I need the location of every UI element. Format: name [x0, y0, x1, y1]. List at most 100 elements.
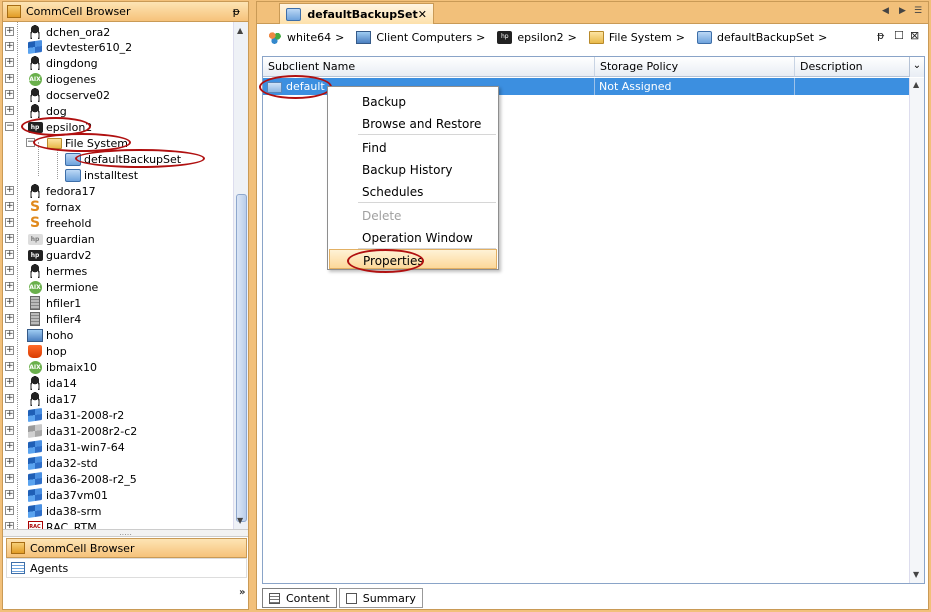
tree-node-dingdong[interactable]: + dingdong [5, 55, 98, 71]
summary-icon [345, 592, 357, 604]
nav-commcell-browser[interactable]: CommCell Browser [6, 538, 247, 558]
table-vertical-scrollbar[interactable]: ▲ ▼ [909, 78, 924, 583]
close-panel-icon[interactable]: ⊠ [910, 29, 919, 42]
column-header-subclient-name[interactable]: Subclient Name [263, 57, 595, 77]
tree-node-hermione[interactable]: + AIX hermione [5, 279, 98, 295]
breadcrumb-epsilon2[interactable]: hp epsilon2 > [497, 30, 583, 44]
linux-icon [27, 264, 43, 278]
restore-icon[interactable]: ☐ [894, 29, 904, 42]
close-tab-icon[interactable]: ✕ [418, 8, 427, 21]
tree-node-hermes[interactable]: + hermes [5, 263, 87, 279]
tree-node-fornax[interactable]: + Sfornax [5, 199, 81, 215]
tree-node-ibmaix10[interactable]: + AIX ibmaix10 [5, 359, 97, 375]
tab-list-icon[interactable]: ☰ [914, 6, 922, 16]
tree-node-defaultbackupset[interactable]: defaultBackupSet [65, 151, 181, 167]
tree-node-ida32-std[interactable]: + ida32-std [5, 455, 98, 471]
tab-defaultbackupset[interactable]: defaultBackupSet ✕ [279, 3, 434, 25]
tree-node-freehold[interactable]: + Sfreehold [5, 215, 91, 231]
scroll-up-arrow-icon[interactable]: ▲ [237, 26, 243, 35]
menu-item-backup-history[interactable]: Backup History [329, 159, 497, 179]
menu-item-schedules[interactable]: Schedules [329, 181, 497, 201]
commcell-browser-panel: CommCell Browser ᵽ + dchen_ora2 + devteste… [2, 1, 249, 610]
scroll-thumb[interactable] [236, 194, 247, 522]
subclient-icon [267, 81, 282, 93]
tree-node-ida31-2008-r2[interactable]: + ida31-2008-r2 [5, 407, 124, 423]
tree-node-guardv2[interactable]: + hp guardv2 [5, 247, 92, 263]
scroll-down-arrow-icon[interactable]: ▼ [913, 570, 919, 579]
linux-icon [27, 88, 43, 102]
folder-icon [588, 30, 604, 44]
cluster-icon: RAC [27, 520, 43, 529]
tree-node-rac-rtm[interactable]: + RAC RAC_RTM [5, 519, 97, 529]
aix-icon: AIX [27, 360, 43, 374]
tab-left-arrow-icon[interactable]: ◀ [882, 6, 889, 16]
menu-separator [358, 134, 496, 135]
tree-node-devtester610-2[interactable]: + devtester610_2 [5, 39, 132, 55]
bottom-tabs: Content Summary [262, 588, 425, 608]
breadcrumb-client-computers[interactable]: Client Computers > [356, 30, 491, 44]
menu-item-delete: Delete [362, 209, 402, 223]
commcell-icon [11, 542, 25, 554]
tree-node-hfiler1[interactable]: + hfiler1 [5, 295, 81, 311]
tree-node-ida14[interactable]: + ida14 [5, 375, 77, 391]
menu-item-properties[interactable]: Properties [329, 249, 497, 269]
tree-node-guardian[interactable]: + hp guardian [5, 231, 95, 247]
linux-icon [27, 392, 43, 406]
column-chooser-icon[interactable]: ⌄ [909, 57, 924, 77]
scroll-down-arrow-icon[interactable]: ▼ [237, 516, 243, 525]
tree-node-docserve02[interactable]: + docserve02 [5, 87, 110, 103]
computers-icon [27, 328, 43, 342]
tree-node-ida17[interactable]: + ida17 [5, 391, 77, 407]
windows-icon [27, 504, 43, 518]
aix-icon: AIX [27, 280, 43, 294]
agents-icon [11, 562, 25, 574]
linux-icon [27, 376, 43, 390]
panel-splitter[interactable]: ..... [3, 529, 248, 537]
tab-content[interactable]: Content [262, 588, 337, 608]
tree-node-hoho[interactable]: + hoho [5, 327, 73, 343]
folder-icon [46, 136, 62, 150]
windows-gray-icon [27, 424, 43, 438]
subclient-name: default [286, 80, 325, 93]
tree-node-installtest[interactable]: installtest [65, 167, 138, 183]
tree-node-dchen-ora2[interactable]: + dchen_ora2 [5, 24, 110, 40]
tree-node-file-system[interactable]: − File System [26, 135, 128, 151]
tree-node-epsilon2[interactable]: − hp epsilon2 [5, 119, 92, 135]
nav-agents[interactable]: Agents [6, 558, 247, 578]
tree-node-dog[interactable]: + dog [5, 103, 67, 119]
commcell-icon [267, 30, 282, 44]
scroll-up-arrow-icon[interactable]: ▲ [913, 80, 919, 89]
tree-node-ida37vm01[interactable]: + ida37vm01 [5, 487, 108, 503]
content-icon [269, 592, 280, 604]
backupset-icon [65, 152, 81, 166]
aix-icon: AIX [27, 72, 43, 86]
storage-policy-cell: Not Assigned [595, 78, 795, 95]
tree-node-ida31-win7-64[interactable]: + ida31-win7-64 [5, 439, 125, 455]
menu-item-find[interactable]: Find [329, 137, 497, 157]
tree-node-ida31-2008r2-c2[interactable]: + ida31-2008r2-c2 [5, 423, 137, 439]
tree-node-ida38-srm[interactable]: + ida38-srm [5, 503, 102, 519]
tab-right-arrow-icon[interactable]: ▶ [899, 6, 906, 16]
backupset-icon [696, 30, 712, 44]
tab-summary[interactable]: Summary [338, 588, 423, 608]
tree-node-fedora17[interactable]: + fedora17 [5, 183, 96, 199]
pin-icon[interactable]: ᵽ [877, 29, 884, 42]
menu-item-operation-window[interactable]: Operation Window [329, 227, 497, 247]
linux-icon [27, 25, 43, 39]
pin-icon[interactable]: ᵽ [233, 5, 240, 18]
more-chevron-icon[interactable]: » [239, 587, 245, 598]
breadcrumb-white64[interactable]: white64 > [267, 30, 350, 44]
context-menu: Backup Browse and Restore Find Backup Hi… [327, 86, 499, 270]
breadcrumb-defaultbackupset[interactable]: defaultBackupSet > [696, 30, 833, 44]
breadcrumb-file-system[interactable]: File System > [588, 30, 691, 44]
column-header-description[interactable]: Description [795, 57, 910, 77]
menu-item-backup[interactable]: Backup [329, 91, 497, 111]
tree-node-diogenes[interactable]: + AIX diogenes [5, 71, 96, 87]
menu-item-browse-and-restore[interactable]: Browse and Restore [329, 113, 497, 133]
tree-node-hop[interactable]: + hop [5, 343, 67, 359]
column-header-storage-policy[interactable]: Storage Policy [595, 57, 795, 77]
tree-node-hfiler4[interactable]: + hfiler4 [5, 311, 81, 327]
tree-vertical-scrollbar[interactable]: ▲ ▼ [233, 22, 248, 529]
bucket-icon [27, 344, 43, 358]
tree-node-ida36-2008-r2-5[interactable]: + ida36-2008-r2_5 [5, 471, 137, 487]
